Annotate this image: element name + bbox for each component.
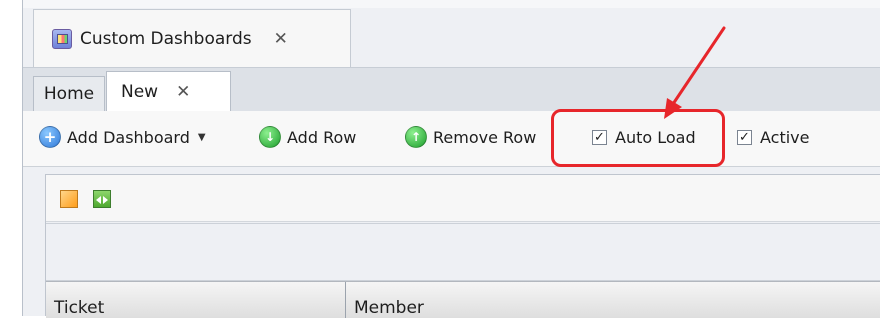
annotation-arrow-icon xyxy=(664,26,726,119)
remove-row-label: Remove Row xyxy=(433,127,537,147)
tab-new-close-icon[interactable]: ✕ xyxy=(176,82,190,102)
grid-header: Ticket Member xyxy=(46,281,880,318)
add-row-icon: ↓ xyxy=(259,126,281,148)
resize-columns-icon[interactable] xyxy=(93,190,111,208)
grid-column-ticket[interactable]: Ticket xyxy=(46,282,346,318)
title-strip xyxy=(23,0,880,8)
add-row-label: Add Row xyxy=(287,127,357,147)
active-label: Active xyxy=(760,127,810,147)
dashboard-toolbar: + Add Dashboard ▼ ↓ Add Row ↑ Remove Row… xyxy=(23,111,880,167)
add-dashboard-icon: + xyxy=(39,126,61,148)
tab-new-label: New xyxy=(121,82,159,102)
custom-dashboards-window-tab[interactable]: Custom Dashboards ✕ xyxy=(33,9,351,67)
active-check-icon[interactable]: ✓ xyxy=(737,129,752,145)
add-row-button[interactable]: ↓ Add Row xyxy=(259,124,356,150)
remove-row-button[interactable]: ↑ Remove Row xyxy=(405,124,536,150)
copy-layout-icon[interactable] xyxy=(60,190,78,208)
chevron-down-icon[interactable]: ▼ xyxy=(198,132,206,143)
grid-column-member[interactable]: Member xyxy=(346,282,880,318)
add-dashboard-label: Add Dashboard xyxy=(67,127,190,147)
tab-home-label: Home xyxy=(43,84,95,104)
application-frame: Custom Dashboards ✕ Home New ✕ + Add Das… xyxy=(22,0,880,318)
dashboard-icon xyxy=(52,28,72,49)
active-checkbox[interactable]: ✓ Active xyxy=(737,124,810,150)
document-tabs-bar: Home New ✕ xyxy=(23,67,880,112)
window-tab-close-icon[interactable]: ✕ xyxy=(274,29,288,49)
dashboard-content-panel: Ticket Member xyxy=(45,174,880,318)
tab-home[interactable]: Home xyxy=(33,76,105,111)
filter-area xyxy=(46,223,880,281)
tab-new[interactable]: New ✕ xyxy=(106,71,231,112)
remove-row-icon: ↑ xyxy=(405,126,427,148)
add-dashboard-button[interactable]: + Add Dashboard ▼ xyxy=(39,124,206,150)
dashboard-mini-toolbar xyxy=(46,175,880,222)
window-tab-title: Custom Dashboards xyxy=(80,28,252,49)
